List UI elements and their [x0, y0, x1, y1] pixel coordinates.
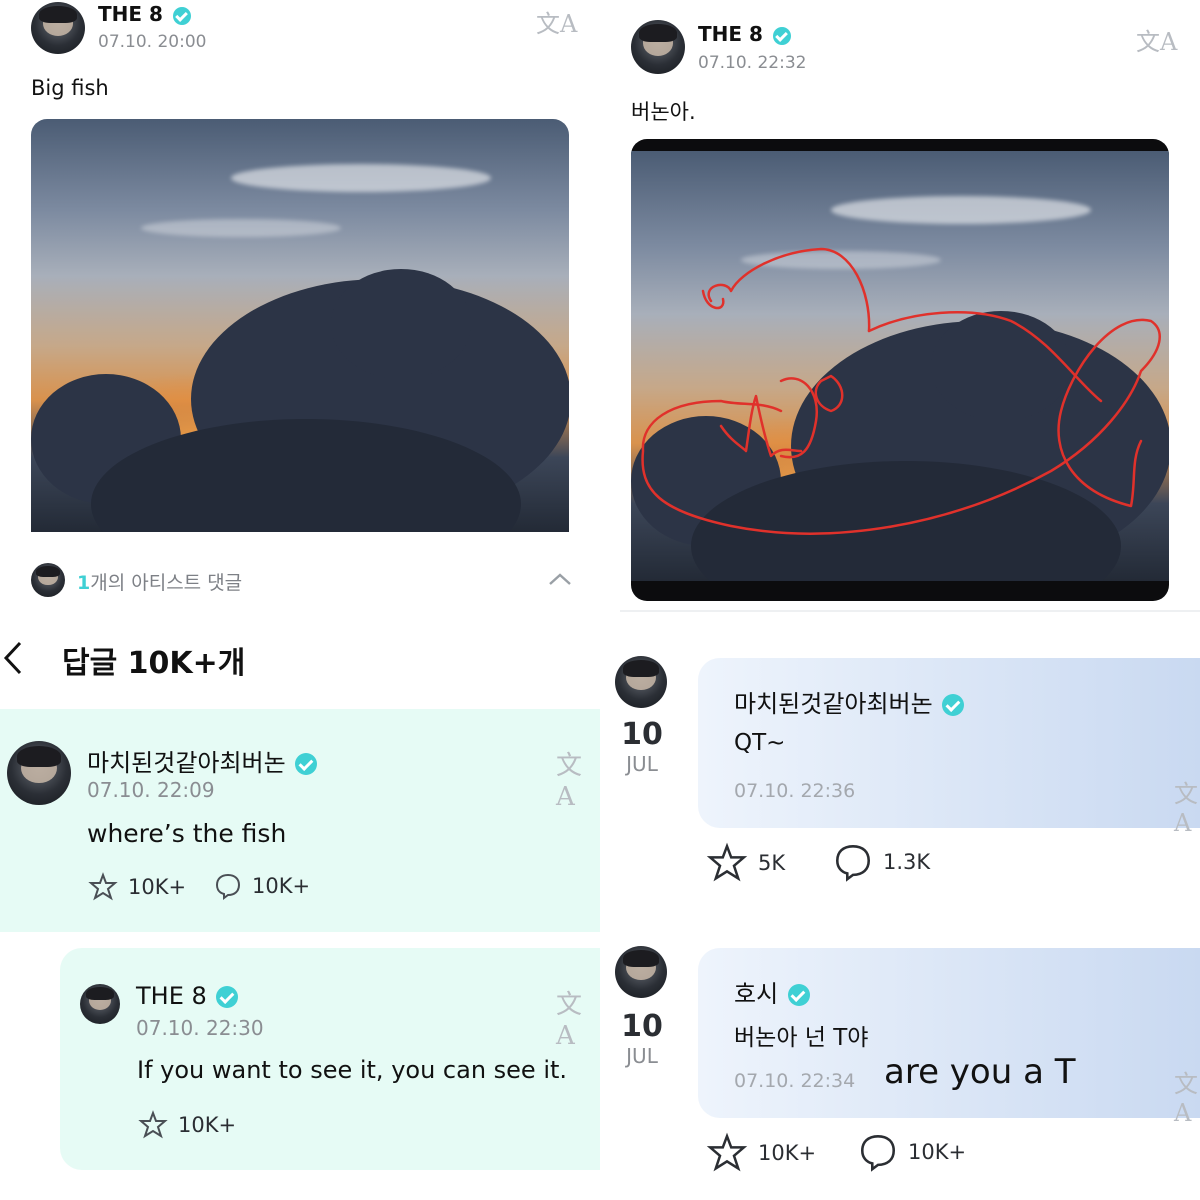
reply-text: If you want to see it, you can see it.	[137, 1056, 568, 1084]
comment-count: 1.3K	[883, 850, 931, 874]
verified-badge-icon	[295, 753, 318, 775]
reply-text: where’s the fish	[87, 819, 287, 848]
translate-icon[interactable]: 文A	[556, 745, 600, 812]
comment-count: 10K+	[908, 1140, 967, 1164]
date-month: JUL	[626, 1044, 658, 1068]
speech-bubble-icon	[215, 873, 241, 900]
post-time: 07.10. 20:00	[98, 32, 207, 52]
like-count: 10K+	[128, 875, 187, 899]
verified-badge-icon	[787, 984, 810, 1006]
like-stat[interactable]: 10K+	[706, 1132, 816, 1174]
author-name[interactable]: THE 8	[98, 2, 163, 26]
replies-title: 답글 10K+개	[62, 646, 246, 681]
like-count: 10K+	[758, 1141, 817, 1165]
cheer-star-icon	[706, 842, 748, 882]
post-text: Big fish	[31, 76, 109, 100]
translate-icon[interactable]: 文A	[1174, 774, 1200, 837]
avatar	[31, 563, 65, 597]
post-image-frame[interactable]	[631, 139, 1169, 601]
avatar[interactable]	[615, 656, 667, 708]
reply-card: 마치된것같아최버논 07.10. 22:09 文A where’s the fi…	[0, 709, 600, 932]
speech-bubble-icon	[835, 844, 871, 882]
fish-drawing	[641, 247, 1161, 535]
comment-stat[interactable]: 10K+	[858, 1132, 966, 1172]
avatar[interactable]	[7, 741, 71, 805]
translate-icon[interactable]: 文A	[1136, 22, 1177, 57]
translate-icon[interactable]: 文A	[536, 4, 577, 39]
date-day: 10	[621, 717, 663, 752]
verified-badge-icon	[172, 6, 191, 25]
translation-overlay: are you a T	[884, 1052, 1076, 1092]
translate-icon[interactable]: 文A	[556, 984, 600, 1051]
verified-badge-icon	[772, 26, 791, 45]
avatar[interactable]	[631, 20, 685, 74]
translate-icon[interactable]: 文A	[1174, 1064, 1200, 1127]
date-day: 10	[621, 1009, 663, 1044]
avatar[interactable]	[615, 946, 667, 998]
cheer-star-icon	[88, 872, 118, 901]
comment-text: QT~	[734, 730, 786, 756]
date-block: 10 JUL	[612, 1009, 672, 1069]
comment-stat[interactable]: 1.3K	[833, 842, 930, 882]
avatar[interactable]	[80, 984, 120, 1024]
cheer-star-icon	[138, 1110, 168, 1139]
back-arrow-icon[interactable]	[2, 640, 24, 676]
like-stat[interactable]: 10K+	[138, 1110, 236, 1140]
author-name[interactable]: 호시	[734, 980, 778, 1008]
reply-time: 07.10. 22:30	[136, 1016, 264, 1040]
cloud-wisp	[141, 219, 341, 237]
reply-time: 07.10. 22:09	[87, 778, 215, 802]
comment-stat[interactable]: 10K+	[214, 872, 310, 900]
author-name[interactable]: THE 8	[136, 982, 207, 1010]
cloud-wisp	[231, 164, 491, 192]
comment-time: 07.10. 22:34	[734, 1070, 856, 1092]
post-text: 버논아.	[631, 100, 696, 124]
comment-card: 호시 버논아 넌 T야 07.10. 22:34 are you a T 文A	[698, 948, 1200, 1127]
avatar[interactable]	[31, 2, 85, 54]
comment-count: 10K+	[252, 874, 311, 898]
date-month: JUL	[626, 752, 658, 776]
verified-badge-icon	[942, 694, 965, 716]
cloud	[331, 269, 471, 379]
chevron-up-icon[interactable]	[548, 572, 572, 586]
post-time: 07.10. 22:32	[698, 53, 807, 73]
artist-comments-label: 개의 아티스트 댓글	[90, 572, 243, 594]
post-left: THE 8 07.10. 20:00 文A Big fish 1개의 아티스트 …	[0, 0, 600, 610]
reply-card: THE 8 07.10. 22:30 文A If you want to see…	[60, 948, 600, 1170]
artist-comments-count: 1	[77, 572, 91, 594]
divider	[620, 610, 1200, 612]
post-image	[631, 151, 1169, 581]
cheer-star-icon	[706, 1132, 748, 1172]
comment-card: 마치된것같아최버논 QT~ 07.10. 22:36 文A	[698, 658, 1200, 837]
like-stat[interactable]: 10K+	[88, 872, 186, 902]
post-image[interactable]	[31, 119, 569, 532]
date-block: 10 JUL	[612, 717, 672, 777]
speech-bubble-icon	[860, 1134, 896, 1172]
comment-time: 07.10. 22:36	[734, 780, 856, 802]
author-name[interactable]: THE 8	[698, 22, 763, 46]
like-stat[interactable]: 5K	[706, 842, 785, 884]
artist-comments-toggle[interactable]: 1개의 아티스트 댓글	[77, 568, 242, 595]
post-right: THE 8 07.10. 22:32 文A 버논아.	[600, 0, 1200, 610]
like-count: 5K	[758, 851, 786, 875]
comment-text: 버논아 넌 T야	[734, 1025, 869, 1051]
verified-badge-icon	[216, 986, 239, 1008]
like-count: 10K+	[178, 1113, 237, 1137]
author-name[interactable]: 마치된것같아최버논	[734, 690, 933, 718]
author-name[interactable]: 마치된것같아최버논	[87, 749, 286, 777]
